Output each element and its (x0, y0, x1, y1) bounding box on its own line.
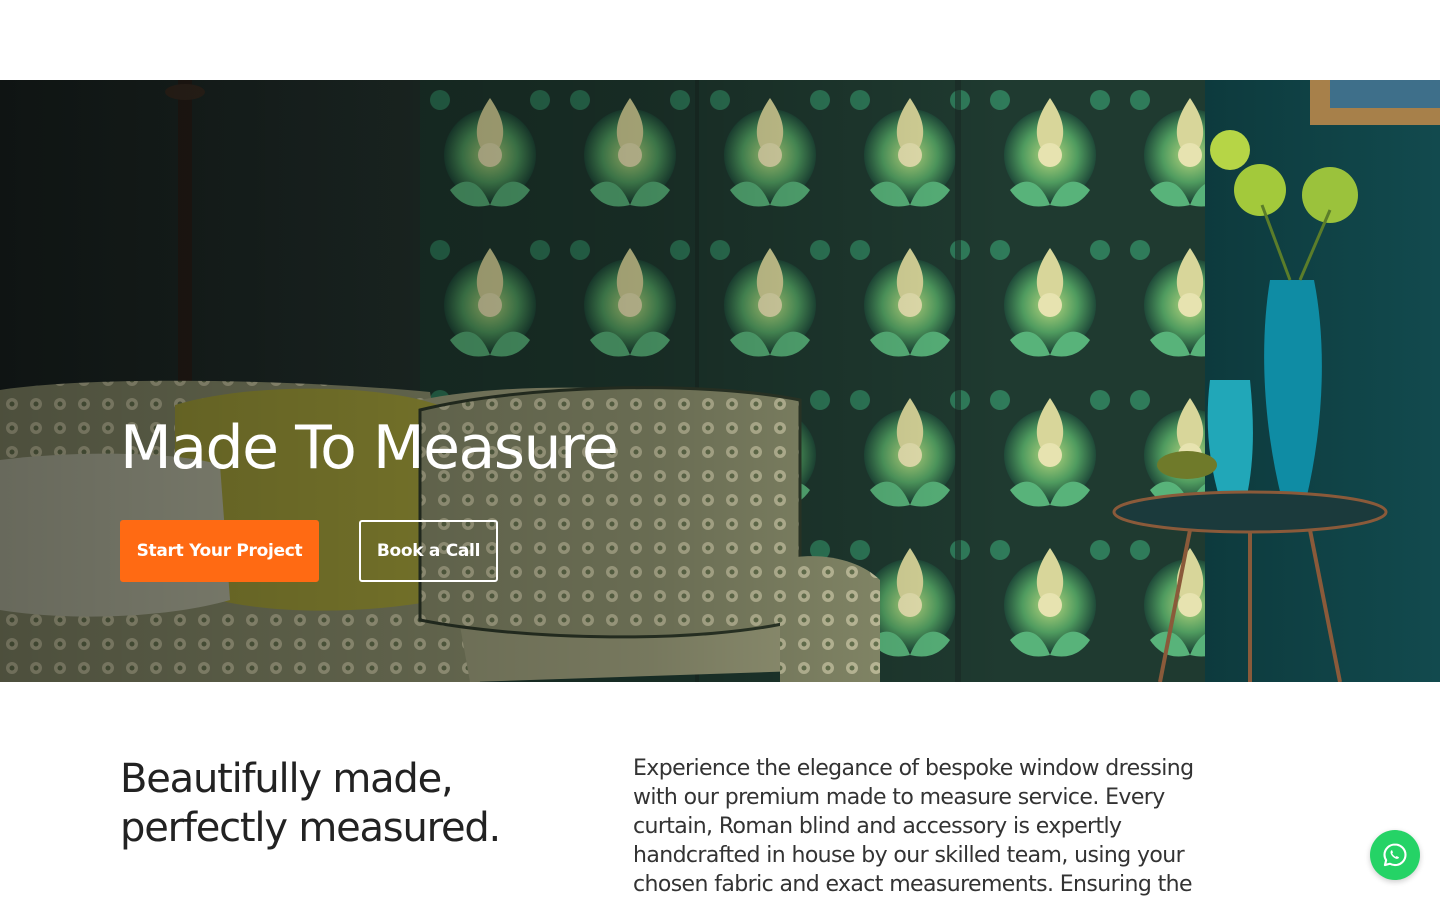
top-navigation-bar (0, 0, 1440, 80)
whatsapp-icon (1383, 843, 1407, 867)
hero-overlay (0, 80, 1440, 682)
intro-heading: Beautifully made, perfectly measured. (120, 756, 501, 851)
book-a-call-button[interactable]: Book a Call (359, 520, 498, 582)
whatsapp-chat-button[interactable] (1370, 830, 1420, 880)
hero-title: Made To Measure (120, 413, 619, 483)
intro-paragraph: Experience the elegance of bespoke windo… (633, 756, 1194, 897)
start-your-project-button[interactable]: Start Your Project (120, 520, 319, 582)
hero-banner: Made To Measure Start Your Project Book … (0, 80, 1440, 682)
